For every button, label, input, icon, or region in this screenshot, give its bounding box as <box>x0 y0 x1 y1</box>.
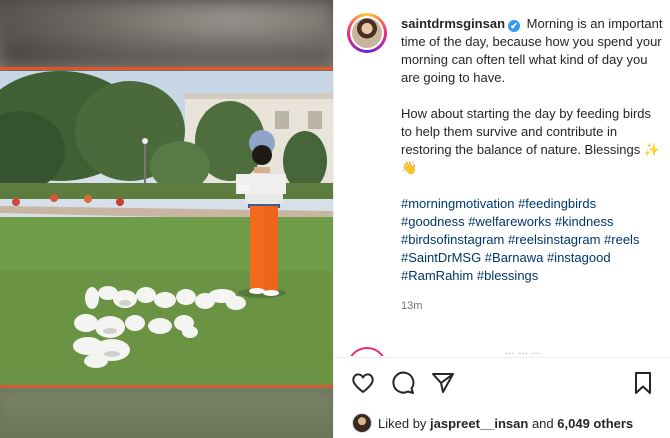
likes-prefix: Liked by <box>378 416 427 431</box>
blurred-background-bottom <box>0 392 333 438</box>
next-comment-preview: ……… <box>347 344 658 356</box>
author-avatar-image <box>352 18 382 48</box>
post-timestamp[interactable]: 13m <box>401 297 663 315</box>
author-avatar[interactable] <box>347 13 387 53</box>
likes-count[interactable]: 6,049 others <box>557 416 633 431</box>
comment-icon[interactable] <box>390 370 416 396</box>
heart-icon[interactable] <box>350 370 376 396</box>
comment-text-cutoff: ……… <box>505 346 544 356</box>
video-frame[interactable] <box>0 71 333 387</box>
caption-text: saintdrmsginsan ✔ Morning is an important… <box>401 15 663 315</box>
video-frame-bottom-border <box>0 385 333 388</box>
likes-text: Liked by jaspreet__insan and 6,049 other… <box>378 416 633 431</box>
liker-avatar[interactable] <box>352 413 372 433</box>
post-side-panel: saintdrmsginsan ✔ Morning is an important… <box>333 0 670 438</box>
commenter-avatar[interactable] <box>347 347 387 356</box>
blurred-background-top <box>0 0 333 66</box>
liker-username[interactable]: jaspreet__insan <box>430 416 528 431</box>
caption-paragraph-2: How about starting the day by feeding bi… <box>401 106 660 175</box>
verified-badge-icon: ✔ <box>508 20 521 32</box>
author-username[interactable]: saintdrmsginsan <box>401 16 505 31</box>
scene-illustration <box>0 71 333 387</box>
video-frame-top-border <box>0 67 333 70</box>
share-icon[interactable] <box>430 370 456 396</box>
likes-summary[interactable]: Liked by jaspreet__insan and 6,049 other… <box>352 412 662 436</box>
caption-hashtags[interactable]: #morningmotivation #feedingbirds #goodne… <box>401 195 663 285</box>
post-action-bar <box>334 366 670 400</box>
author-avatar-frame <box>350 16 384 50</box>
instagram-post-view: saintdrmsginsan ✔ Morning is an important… <box>0 0 670 438</box>
likes-middle: and <box>531 416 554 431</box>
caption-area[interactable]: saintdrmsginsan ✔ Morning is an important… <box>334 0 670 356</box>
post-media[interactable] <box>0 0 333 438</box>
actions-divider <box>334 357 670 358</box>
bookmark-icon[interactable] <box>630 370 656 396</box>
